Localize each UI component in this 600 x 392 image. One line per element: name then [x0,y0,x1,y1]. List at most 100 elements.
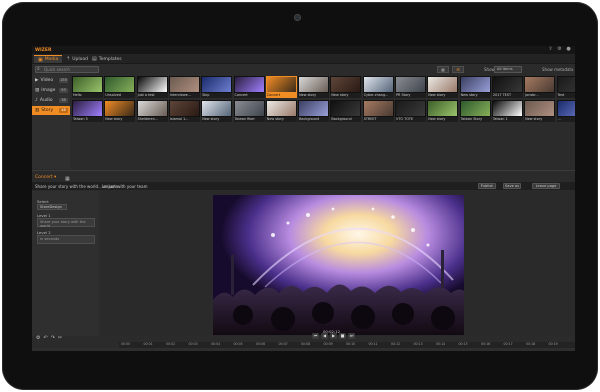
media-thumbnail[interactable]: Shelderen... [136,100,168,122]
media-thumbnail[interactable]: Background [298,100,330,122]
category-audio[interactable]: ♪ Audio 38 [32,96,70,105]
list-view-button[interactable]: ☰ [452,66,464,73]
ruler-tick: 00:05 [233,342,243,346]
media-thumbnail[interactable]: Islamol 1... [168,100,200,122]
save-as-button[interactable]: Save as [503,183,521,189]
media-thumbnail[interactable]: Taiwan fiber [233,100,265,122]
gear-icon[interactable]: ⚙ [557,47,562,52]
media-thumbnail[interactable]: PR Story [395,76,426,98]
thumbnail-label: New story [265,117,297,122]
category-label: Video [40,78,54,83]
media-thumbnail[interactable]: New story [524,100,556,122]
media-thumbnail[interactable]: New story [104,100,136,122]
tab-templates[interactable]: ▤ Templates [88,55,126,63]
media-thumbnail[interactable]: STREET [362,100,394,122]
category-count: 48 [59,108,68,113]
thumbnail-label: Test [556,93,575,98]
ruler-tick: 00:15 [458,342,468,346]
search-input[interactable]: ⌕ Quick search [35,66,99,73]
ruler-tick: 00:12 [391,342,401,346]
media-thumbnail[interactable]: 2017 TEST [491,76,523,98]
thumbnail-image [330,100,362,117]
ruler-tick: 00:18 [526,342,536,346]
thumbnail-image [72,100,103,117]
media-thumbnail[interactable]: New story [427,100,459,122]
thumbnail-label: Shelderen... [136,117,168,122]
tab-label: Media [44,57,59,62]
search-icon: ⌕ [37,66,40,72]
media-thumbnail[interactable]: New story [427,76,459,98]
stop-icon[interactable]: ■ [339,333,346,339]
ruler-tick: 00:14 [436,342,446,346]
category-image[interactable]: ▧ Image 93 [32,86,70,95]
show-metadata-toggle[interactable]: Show metadata [542,67,573,72]
category-story[interactable]: ▥ Story 48 [32,106,70,115]
thumbnail-image [491,76,523,93]
thumbnail-image [459,100,491,117]
undo-icon[interactable]: ↶ [43,335,47,341]
media-thumbnail[interactable]: VTO TOTE [395,100,426,122]
media-thumbnail[interactable]: Jonsbr... [524,76,556,98]
search-placeholder: Quick search [44,67,70,72]
level1-text-field[interactable]: Share your story with the world [37,218,95,228]
video-icon: ▶ [35,78,39,83]
media-thumbnail[interactable]: Concert [233,76,265,98]
thumbnail-label: Concert [233,93,265,98]
media-thumbnail[interactable]: Skip [201,76,233,98]
media-thumbnail[interactable]: Taiwan 5 [72,100,103,122]
thumbnail-image [395,100,426,117]
thumbnail-label: Taiwan Story [459,117,491,122]
media-thumbnail[interactable]: Taiwan 1 [491,100,523,122]
app-title: WIZER [35,47,52,53]
media-thumbnail[interactable]: Test [556,76,575,98]
thumbnail-label: Hello [72,93,103,98]
video-preview[interactable] [213,195,464,335]
redo-icon[interactable]: ↷ [51,335,55,341]
skip-forward-icon[interactable]: ⏭ [348,333,355,339]
publish-button[interactable]: Publish [478,183,496,189]
template-select[interactable]: StoreDesign [37,204,67,210]
media-thumbnail[interactable]: New story [459,76,491,98]
concert-image [213,195,464,335]
media-thumbnail[interactable]: New story [265,100,297,122]
media-thumbnail[interactable]: Unsolved [104,76,136,98]
leave-page-button[interactable]: Leave page [532,183,560,189]
thumbnail-label: Cyber-chang... [362,93,394,98]
timeline-track[interactable] [32,348,575,351]
top-icons: ⇪ ⚙ ● [548,47,571,52]
media-thumbnail[interactable]: New story [298,76,330,98]
story-bar: Share your story with the world... or ju… [32,182,575,190]
category-video[interactable]: ▶ Video 155 [32,76,70,85]
show-select[interactable]: All items [494,66,522,73]
ruler-tick: 00:03 [188,342,198,346]
media-thumbnail[interactable]: New story [330,76,362,98]
media-thumbnail[interactable]: Hello [72,76,103,98]
media-thumbnail[interactable]: Background [330,100,362,122]
share-icon[interactable]: ⇪ [548,47,553,52]
play-icon[interactable]: ▶ [330,333,337,339]
grid-view-button[interactable]: ▦ [437,66,449,73]
left-panel-header: Concert ▾ ▦ [35,175,70,182]
media-thumbnail[interactable]: New story [201,100,233,122]
project-title[interactable]: Concert [35,175,53,180]
media-thumbnail[interactable]: Just a test [136,76,168,98]
rewind-icon[interactable]: ◀ [321,333,328,339]
level2-text-field[interactable]: in seconds [37,235,95,244]
media-thumbnail[interactable]: Interviewe... [168,76,200,98]
category-label: Story [41,108,54,113]
gear-icon[interactable]: ⚙ [36,335,40,341]
user-icon[interactable]: ● [566,47,571,52]
thumbnail-label: Concert [265,93,297,98]
skip-back-icon[interactable]: ⏮ [312,333,319,339]
media-thumbnail[interactable]: Taiwan Story [459,100,491,122]
media-thumbnail[interactable]: Cyber-chang... [362,76,394,98]
thumbnail-image [233,76,265,93]
tab-media[interactable]: ▣ Media [34,55,63,63]
scissors-icon[interactable]: ✂ [58,335,62,341]
media-thumbnail[interactable]: ... [556,100,575,122]
ruler-tick: 00:02 [166,342,176,346]
ruler-tick: 00:11 [368,342,378,346]
thumbnail-label: New story [298,93,330,98]
thumbnail-image [136,100,168,117]
media-thumbnail[interactable]: Concert [265,76,297,98]
